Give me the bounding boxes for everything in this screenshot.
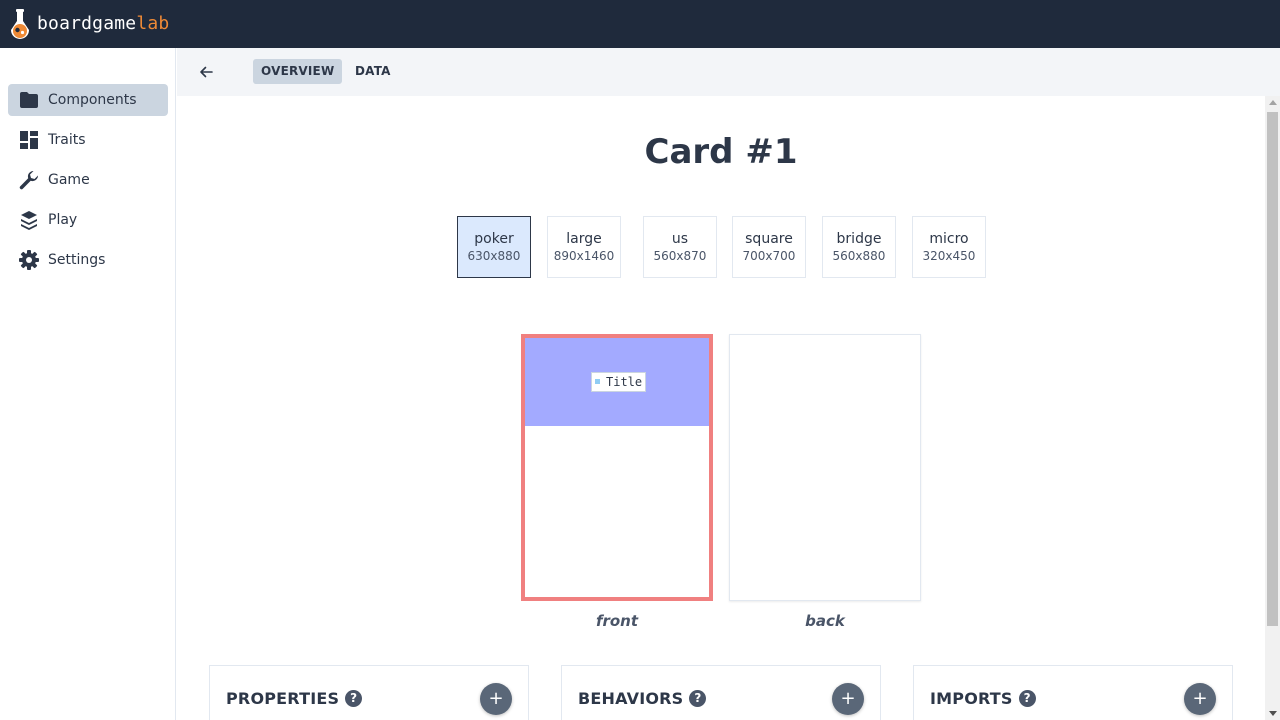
size-name: bridge [836,231,882,247]
panel-title: IMPORTS ? [930,689,1036,708]
back-button[interactable] [196,62,216,82]
size-name: large [566,231,602,247]
sidebar-item-play[interactable]: Play [8,204,168,236]
scroll-up-arrow-icon[interactable] [1269,100,1277,105]
behaviors-panel: BEHAVIORS ? + [561,665,881,720]
size-dimensions: 320x450 [922,249,976,263]
help-icon[interactable]: ? [345,690,363,707]
card-front-preview[interactable]: Title [521,334,713,601]
size-name: poker [474,231,514,247]
gear-icon [18,249,40,271]
size-option-large[interactable]: large 890x1460 [547,216,621,278]
sidebar-item-traits[interactable]: Traits [8,124,168,156]
sidebar-item-label: Settings [48,252,106,268]
scroll-down-arrow-icon[interactable] [1269,711,1277,716]
front-label: front [595,612,639,630]
sidebar-item-settings[interactable]: Settings [8,244,168,276]
sidebar: Components Traits Game Play Settings [0,48,176,720]
add-behavior-button[interactable]: + [832,683,864,715]
sidebar-item-label: Play [48,212,78,228]
tab-overview[interactable]: OVERVIEW [253,59,343,84]
sidebar-item-game[interactable]: Game [8,164,168,196]
behaviors-title: BEHAVIORS [578,689,684,708]
panel-title: PROPERTIES ? [226,689,363,708]
imports-panel: IMPORTS ? + [913,665,1233,720]
size-dimensions: 890x1460 [553,249,615,263]
sub-header: OVERVIEW DATA [177,48,1280,96]
size-dimensions: 630x880 [467,249,521,263]
dashboard-icon [18,129,40,151]
top-bar: boardgamelab [0,0,1280,48]
folder-icon [18,89,40,111]
main-content: Card #1 poker 630x880 large 890x1460 us … [177,96,1265,720]
logo-text-accent: lab [136,13,170,34]
page-title: Card #1 [644,132,798,172]
card-back-preview[interactable] [729,334,921,601]
size-option-micro[interactable]: micro 320x450 [912,216,986,278]
properties-title: PROPERTIES [226,689,340,708]
panel-title: BEHAVIORS ? [578,689,707,708]
add-import-button[interactable]: + [1184,683,1216,715]
stack-icon [18,209,40,231]
sidebar-item-components[interactable]: Components [8,84,168,116]
add-property-button[interactable]: + [480,683,512,715]
logo-text-main: boardgame [37,13,137,34]
title-chip-label: Title [606,375,643,389]
size-option-bridge[interactable]: bridge 560x880 [822,216,896,278]
arrow-left-icon [199,63,213,82]
properties-panel: PROPERTIES ? + [209,665,529,720]
sidebar-item-label: Game [48,172,90,188]
tab-data[interactable]: DATA [347,59,399,84]
element-handle-icon [595,379,600,384]
imports-title: IMPORTS [930,689,1013,708]
scrollbar[interactable] [1265,96,1280,720]
help-icon[interactable]: ? [1018,690,1036,707]
size-option-us[interactable]: us 560x870 [643,216,717,278]
size-name: micro [929,231,969,247]
wrench-icon [18,169,40,191]
size-name: square [745,231,793,247]
sidebar-item-label: Components [48,92,137,108]
size-dimensions: 560x870 [653,249,707,263]
size-dimensions: 700x700 [742,249,796,263]
title-element-chip[interactable]: Title [591,372,647,392]
sidebar-item-label: Traits [48,132,86,148]
scrollbar-thumb[interactable] [1267,112,1278,626]
size-option-poker[interactable]: poker 630x880 [457,216,531,278]
size-dimensions: 560x880 [832,249,886,263]
back-label: back [805,612,845,630]
logo-text: boardgamelab [37,8,169,40]
flask-logo-icon [8,8,32,40]
logo[interactable]: boardgamelab [8,8,169,40]
help-icon[interactable]: ? [689,690,707,707]
size-option-square[interactable]: square 700x700 [732,216,806,278]
size-name: us [671,231,689,247]
title-band[interactable]: Title [525,338,709,426]
